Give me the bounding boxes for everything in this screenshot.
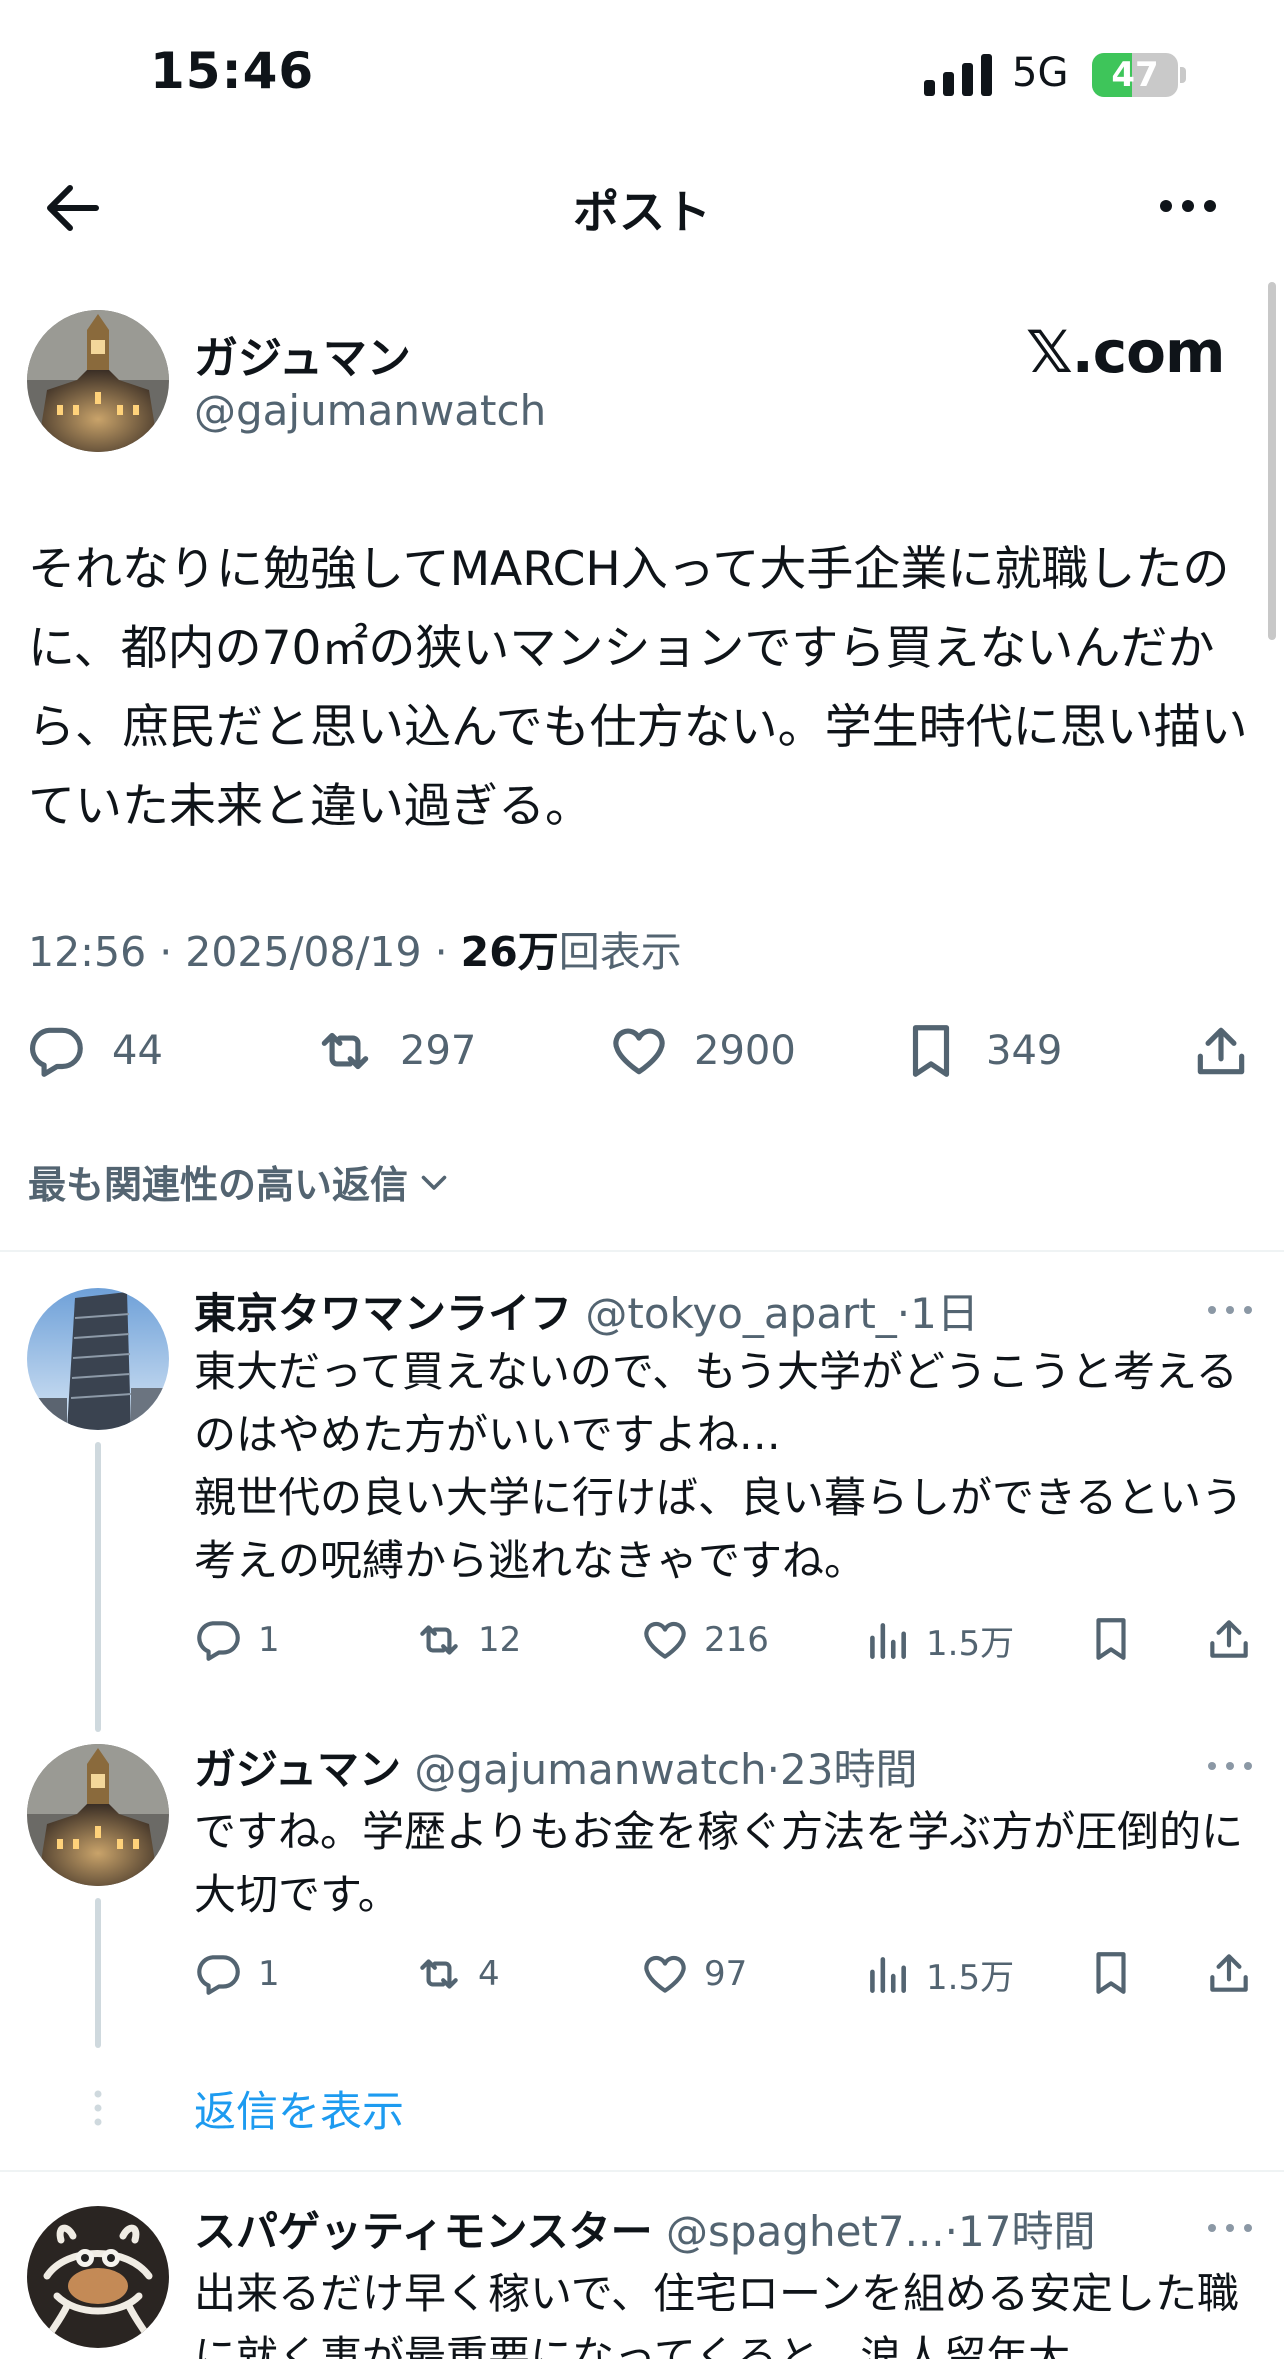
- heart-icon: [644, 1621, 686, 1659]
- page-title: ポスト: [573, 185, 711, 239]
- show-replies-link[interactable]: 返信を表示: [194, 2078, 404, 2139]
- repost-button[interactable]: 12: [414, 1610, 521, 1670]
- reply-count: 1: [258, 1620, 280, 1660]
- repost-count: 12: [478, 1620, 522, 1660]
- thread-line: [95, 1898, 101, 2048]
- divider: [0, 2170, 1284, 2172]
- cellular-signal-icon: [924, 54, 992, 96]
- reply-author-name[interactable]: スパゲッティモンスター: [194, 2207, 653, 2256]
- divider: [0, 1250, 1284, 1252]
- like-count: 216: [704, 1620, 769, 1660]
- thread-line: [95, 1442, 101, 1732]
- avatar[interactable]: [27, 1288, 169, 1430]
- analytics-icon: [870, 1957, 906, 1993]
- reply-header[interactable]: 東京タワマンライフ @tokyo_apart_·1日: [194, 1280, 979, 1341]
- like-count: 97: [704, 1954, 748, 1994]
- repost-icon: [420, 1959, 458, 1989]
- analytics-icon: [870, 1623, 906, 1659]
- like-button[interactable]: 216: [640, 1610, 769, 1670]
- repost-button[interactable]: 297: [314, 1018, 476, 1084]
- like-count: 2900: [694, 1028, 796, 1074]
- share-icon: [1197, 1027, 1245, 1075]
- ellipsis-icon[interactable]: [1206, 1300, 1254, 1320]
- reply-icon: [30, 1027, 83, 1077]
- reply-count: 44: [112, 1028, 163, 1074]
- bookmark-icon[interactable]: [1086, 1948, 1136, 1998]
- reply-author-handle[interactable]: @spaghet7...: [666, 2207, 945, 2256]
- reply-button[interactable]: 1: [194, 1944, 280, 2004]
- reply-author-handle[interactable]: @gajumanwatch: [414, 1745, 766, 1794]
- reply-button[interactable]: 44: [26, 1018, 163, 1084]
- post-meta: 12:56 · 2025/08/19 · 26万回表示: [28, 918, 682, 978]
- author-name[interactable]: ガジュマン: [194, 322, 411, 386]
- repost-icon: [420, 1625, 458, 1655]
- like-button[interactable]: 2900: [608, 1018, 796, 1084]
- reply-author-name[interactable]: 東京タワマンライフ: [194, 1289, 572, 1338]
- share-button[interactable]: [1190, 1018, 1252, 1084]
- repost-count: 4: [478, 1954, 500, 1994]
- avatar[interactable]: [27, 2206, 169, 2348]
- bookmark-icon: [912, 1025, 950, 1077]
- more-replies-dots-icon: [94, 2090, 102, 2126]
- post-timestamp: 12:56 · 2025/08/19 ·: [28, 928, 461, 976]
- repost-button[interactable]: 4: [414, 1944, 500, 2004]
- bookmark-count: 349: [986, 1028, 1063, 1074]
- bookmark-button[interactable]: 349: [900, 1018, 1062, 1084]
- x-com-watermark: 𝕏.com: [1026, 318, 1225, 386]
- reply-text: 東大だって買えないので、もう大学がどうこうと考えるのはやめた方がいいですよね… …: [194, 1347, 1244, 1585]
- reply-header[interactable]: スパゲッティモンスター @spaghet7...·17時間: [194, 2198, 1095, 2259]
- bookmark-icon[interactable]: [1086, 1614, 1136, 1664]
- sort-label: 最も関連性の高い返信: [28, 1163, 409, 1207]
- ellipsis-icon[interactable]: [1206, 1756, 1254, 1776]
- post-text: それなりに勉強してMARCH入って大手企業に就職したのに、都内の70㎡の狭いマン…: [28, 542, 1248, 834]
- like-button[interactable]: 97: [640, 1944, 747, 2004]
- views-button[interactable]: 1.5万: [862, 1944, 1014, 2004]
- repost-icon: [321, 1032, 369, 1070]
- reply-time: ·1日: [896, 1289, 979, 1338]
- avatar[interactable]: [27, 310, 169, 452]
- chevron-down-icon: [421, 1175, 447, 1190]
- views-count: 1.5万: [926, 1623, 1015, 1664]
- reply-icon: [197, 1621, 240, 1661]
- battery-icon: 47: [1092, 53, 1186, 97]
- network-type: 5G: [1012, 50, 1069, 96]
- reply-text: 出来るだけ早く稼いで、住宅ローンを組める安定した職に就く事が最重要になってくると…: [194, 2269, 1239, 2359]
- scrollbar[interactable]: [1268, 282, 1276, 640]
- reply-button[interactable]: 1: [194, 1610, 280, 1670]
- author-handle[interactable]: @gajumanwatch: [194, 386, 546, 435]
- reply-sort-dropdown[interactable]: 最も関連性の高い返信: [28, 1154, 452, 1209]
- reply-author-name[interactable]: ガジュマン: [194, 1745, 401, 1794]
- reply-icon: [197, 1955, 240, 1995]
- avatar[interactable]: [27, 1744, 169, 1886]
- views-count: 26万: [460, 928, 559, 976]
- reply-header[interactable]: ガジュマン @gajumanwatch·23時間: [194, 1736, 917, 1797]
- reply-time: ·23時間: [766, 1745, 918, 1794]
- share-icon[interactable]: [1204, 1948, 1254, 1998]
- repost-count: 297: [400, 1028, 477, 1074]
- share-icon[interactable]: [1204, 1614, 1254, 1664]
- reply-author-handle[interactable]: @tokyo_apart_: [585, 1289, 896, 1338]
- status-time: 15:46: [150, 42, 315, 100]
- ellipsis-icon[interactable]: [1206, 2218, 1254, 2238]
- heart-icon: [644, 1955, 686, 1993]
- heart-icon: [613, 1028, 665, 1075]
- reply-time: ·17時間: [944, 2207, 1096, 2256]
- views-count: 1.5万: [926, 1957, 1015, 1998]
- ellipsis-icon[interactable]: [1156, 186, 1220, 226]
- reply-text: ですね。学歴よりもお金を稼ぐ方法を学ぶ方が圧倒的に大切です。: [194, 1807, 1244, 1919]
- views-label: 回表示: [558, 928, 682, 976]
- views-button[interactable]: 1.5万: [862, 1610, 1014, 1670]
- reply-count: 1: [258, 1954, 280, 1994]
- battery-percent: 47: [1111, 55, 1159, 95]
